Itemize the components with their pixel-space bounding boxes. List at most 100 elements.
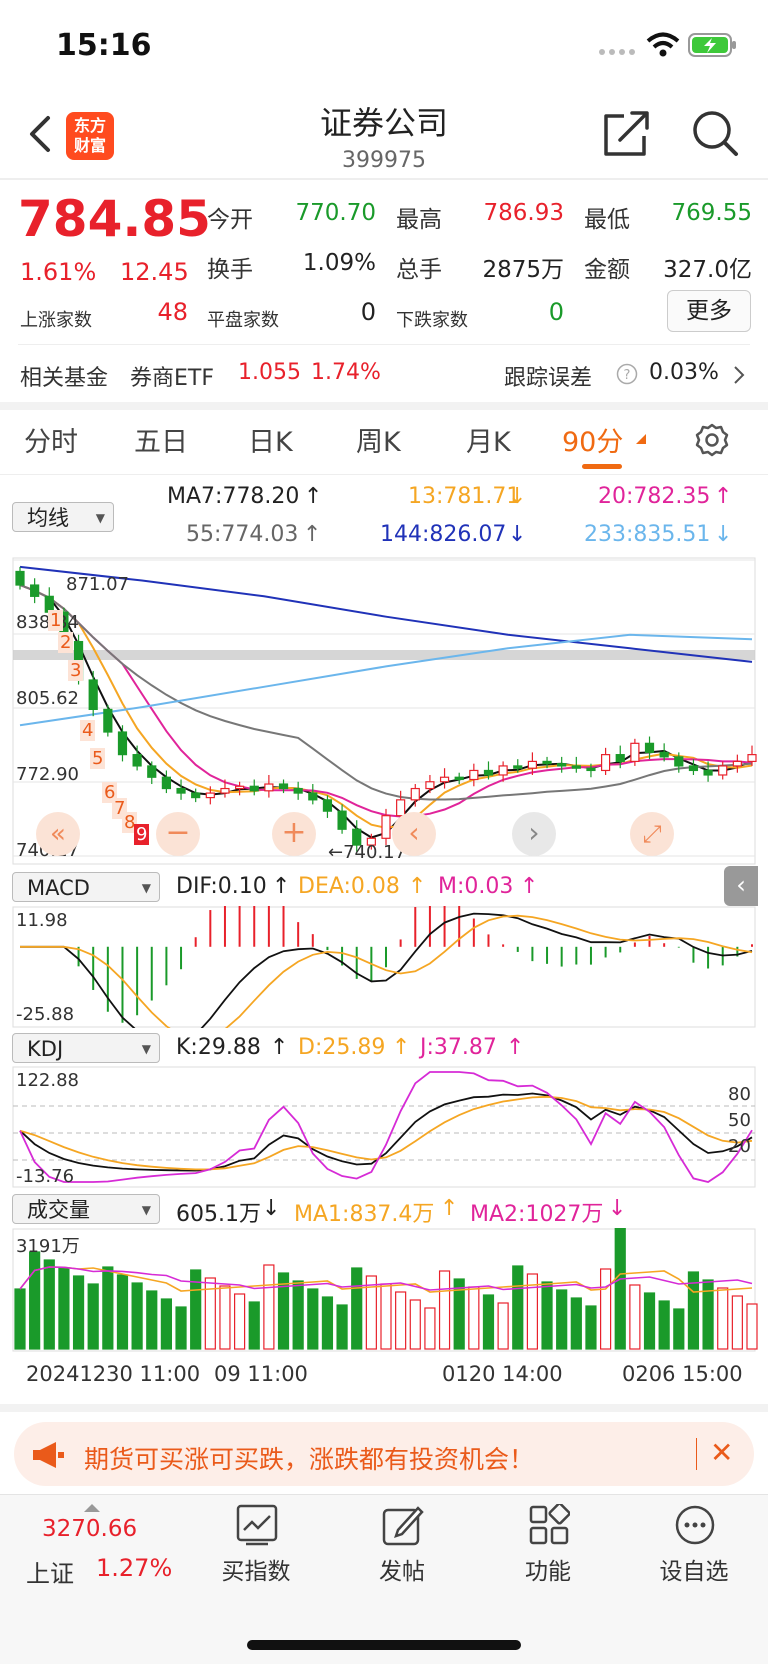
candle-body-33 xyxy=(498,765,508,776)
ma13-legend: 13:781.71 xyxy=(408,484,521,509)
dropdown-caret-icon: ▼ xyxy=(141,881,151,895)
scroll-left-fast-button[interactable]: « xyxy=(36,812,80,856)
volume-indicator-select[interactable]: 成交量 ▼ xyxy=(12,1194,160,1224)
candle-body-19 xyxy=(293,787,303,794)
candle-body-16 xyxy=(249,785,259,792)
volume-bar-37 xyxy=(556,1289,568,1350)
tracking-error-value: 0.03% xyxy=(649,360,719,385)
nav-add-watchlist[interactable]: 设自选 xyxy=(634,1500,754,1600)
volume-bar-20 xyxy=(307,1288,319,1350)
dif-trend-icon: ↑ xyxy=(272,874,291,899)
candle-body-34 xyxy=(513,765,523,769)
candle-body-8 xyxy=(132,754,142,767)
nav-functions[interactable]: 功能 xyxy=(488,1500,608,1600)
candle-body-35 xyxy=(527,760,538,769)
volume-legend: 605.1万 xyxy=(176,1202,261,1227)
ma144-trend-icon: ↓ xyxy=(508,522,527,547)
candle-body-30 xyxy=(454,776,464,781)
volume-bar-4 xyxy=(72,1275,85,1350)
ma20-trend-icon: ↑ xyxy=(714,484,733,509)
candle-body-13 xyxy=(205,792,215,799)
volume-bar-11 xyxy=(175,1306,187,1350)
kdj-indicator-select[interactable]: KDJ ▼ xyxy=(12,1033,160,1063)
k-legend: K:29.88 xyxy=(176,1035,261,1060)
section-gap xyxy=(0,402,768,410)
macd-m-trend-icon: ↑ xyxy=(520,874,539,899)
fullscreen-button[interactable]: ⤢ xyxy=(630,812,674,856)
search-icon[interactable] xyxy=(690,108,740,158)
volume-bar-44 xyxy=(658,1300,670,1350)
volume-bar-34 xyxy=(512,1265,524,1350)
zoom-in-button[interactable]: + xyxy=(272,812,316,856)
volume-value: 2875万 xyxy=(482,257,564,283)
tab-five-day[interactable]: 五日 xyxy=(134,420,188,459)
candle-body-9 xyxy=(147,765,157,778)
dropdown-caret-icon: ▼ xyxy=(95,511,105,525)
shanghai-index-percent[interactable]: 1.27% xyxy=(96,1554,172,1582)
volume-bar-9 xyxy=(146,1290,158,1350)
volume-bar-26 xyxy=(395,1291,407,1350)
x-axis-date-3: 0120 14:00 xyxy=(442,1362,563,1386)
tab-weekly-k[interactable]: 周K xyxy=(356,420,401,459)
volume-bar-33 xyxy=(497,1302,509,1350)
dropdown-caret-icon: ▼ xyxy=(141,1042,151,1056)
x-axis-date-1: 20241230 11:00 xyxy=(26,1362,201,1386)
settings-gear-icon[interactable] xyxy=(694,422,730,458)
scroll-right-button[interactable]: › xyxy=(512,812,556,856)
high-price-label: 871.07 xyxy=(66,574,129,595)
ma233-legend: 233:835.51 xyxy=(584,522,711,547)
candle-body-32 xyxy=(483,769,494,776)
x-axis-date-2: 09 11:00 xyxy=(214,1362,308,1386)
kdj-level-20: 20 xyxy=(728,1136,751,1157)
ma13-trend-icon: ↓ xyxy=(508,484,527,509)
share-icon[interactable] xyxy=(602,108,650,158)
change-amount: 12.45 xyxy=(120,258,189,286)
volume-bar-31 xyxy=(468,1286,480,1350)
shanghai-index-value[interactable]: 3270.66 xyxy=(42,1516,137,1542)
vol-ma1-legend: MA1:837.4万 xyxy=(294,1202,435,1227)
dea-trend-icon: ↑ xyxy=(408,874,427,899)
more-button[interactable]: 更多 xyxy=(667,290,751,332)
scroll-left-button[interactable]: ‹ xyxy=(392,812,436,856)
candle-body-45 xyxy=(674,756,684,767)
candle-body-44 xyxy=(659,751,669,758)
fund-price: 1.055 xyxy=(238,360,301,385)
zoom-out-button[interactable]: − xyxy=(156,812,200,856)
candle-body-42 xyxy=(630,742,640,763)
open-label: 今开 xyxy=(207,207,253,233)
battery-charging-icon xyxy=(688,33,736,57)
volume-bar-29 xyxy=(438,1270,451,1350)
tab-intraday[interactable]: 分时 xyxy=(24,420,78,459)
volume-bar-1 xyxy=(29,1251,41,1350)
related-fund-row[interactable]: 相关基金 券商ETF 1.055 1.74% 跟踪误差 ? 0.03% xyxy=(0,350,768,402)
close-icon[interactable]: ✕ xyxy=(710,1436,733,1469)
tab-monthly-k[interactable]: 月K xyxy=(466,420,511,459)
volume-bar-21 xyxy=(321,1296,334,1350)
flat-count-label: 平盘家数 xyxy=(207,310,279,331)
volume-bar-28 xyxy=(424,1307,436,1350)
macd-chart[interactable] xyxy=(0,906,768,1028)
section-gap xyxy=(0,1404,768,1412)
candle-body-22 xyxy=(337,810,347,830)
volume-bar-32 xyxy=(482,1294,495,1350)
kdj-chart[interactable] xyxy=(0,1066,768,1188)
volume-chart[interactable] xyxy=(0,1228,768,1352)
kdj-axis-bottom: -13.76 xyxy=(16,1166,75,1187)
shanghai-index-name[interactable]: 上证 xyxy=(26,1554,74,1589)
ma-indicator-select[interactable]: 均线 ▼ xyxy=(12,502,114,532)
volume-bar-16 xyxy=(248,1301,260,1350)
help-icon[interactable]: ? xyxy=(616,363,638,385)
volume-bar-36 xyxy=(541,1281,553,1350)
candle-body-6 xyxy=(103,708,113,733)
macd-indicator-select[interactable]: MACD ▼ xyxy=(12,872,160,902)
nav-buy-index[interactable]: 买指数 xyxy=(196,1500,316,1600)
tab-90-minute[interactable]: 90分 xyxy=(562,420,623,459)
divider xyxy=(18,344,750,345)
collapse-panel-button[interactable]: ‹ xyxy=(724,866,758,906)
candle-body-48 xyxy=(718,765,728,776)
macd-axis-top: 11.98 xyxy=(16,910,68,931)
volume-bar-43 xyxy=(643,1292,656,1350)
tab-daily-k[interactable]: 日K xyxy=(248,420,293,459)
nav-post[interactable]: 发帖 xyxy=(342,1500,462,1600)
candle-body-21 xyxy=(322,799,333,812)
